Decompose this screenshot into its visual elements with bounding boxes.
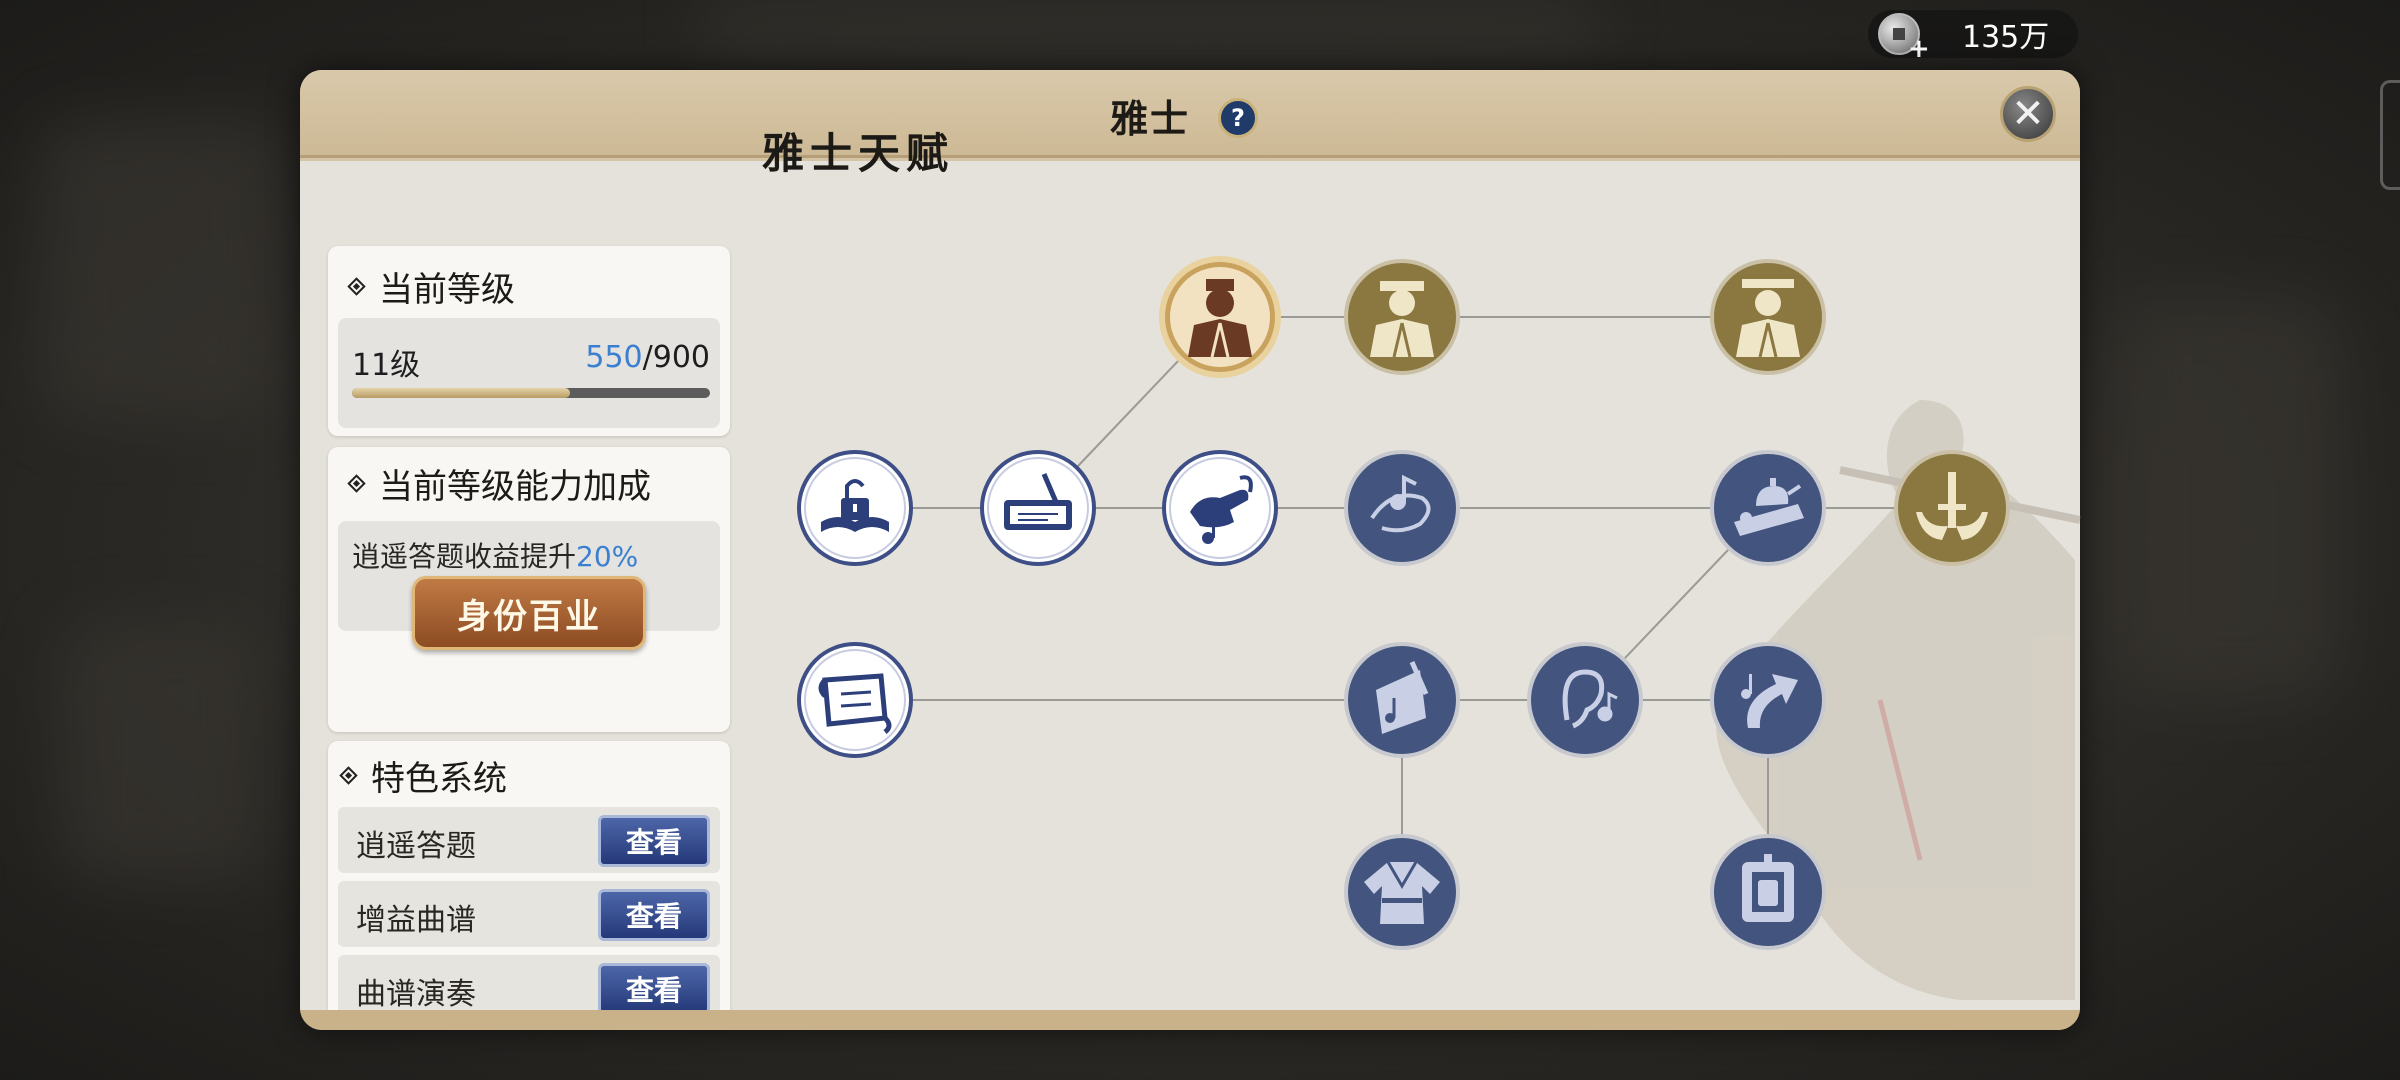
talent-node-music-note[interactable] xyxy=(1344,450,1460,566)
talent-node-unlock-book[interactable] xyxy=(797,450,913,566)
talent-node-music-hand[interactable] xyxy=(1162,450,1278,566)
talent-node-open-scroll[interactable] xyxy=(797,642,913,758)
talent-node-ear-note[interactable] xyxy=(1527,642,1643,758)
frame-device-icon xyxy=(1742,854,1794,922)
talent-node-scholar-tier-2[interactable] xyxy=(1344,259,1460,375)
talent-node-scroll-writing[interactable] xyxy=(980,450,1096,566)
talent-node-upgrade-arrow[interactable] xyxy=(1710,642,1826,758)
talent-tree xyxy=(797,256,2081,1000)
talent-node-robe[interactable] xyxy=(1344,834,1460,950)
talent-node-scholar-tier-3[interactable] xyxy=(1710,259,1826,375)
talent-node-sword-crest[interactable] xyxy=(1894,450,2010,566)
talent-node-frame-device[interactable] xyxy=(1710,834,1826,950)
talent-node-tea-set[interactable] xyxy=(1710,450,1826,566)
talent-node-scholar-portrait[interactable] xyxy=(1159,256,1281,378)
talent-node-music-sheet[interactable] xyxy=(1344,642,1460,758)
